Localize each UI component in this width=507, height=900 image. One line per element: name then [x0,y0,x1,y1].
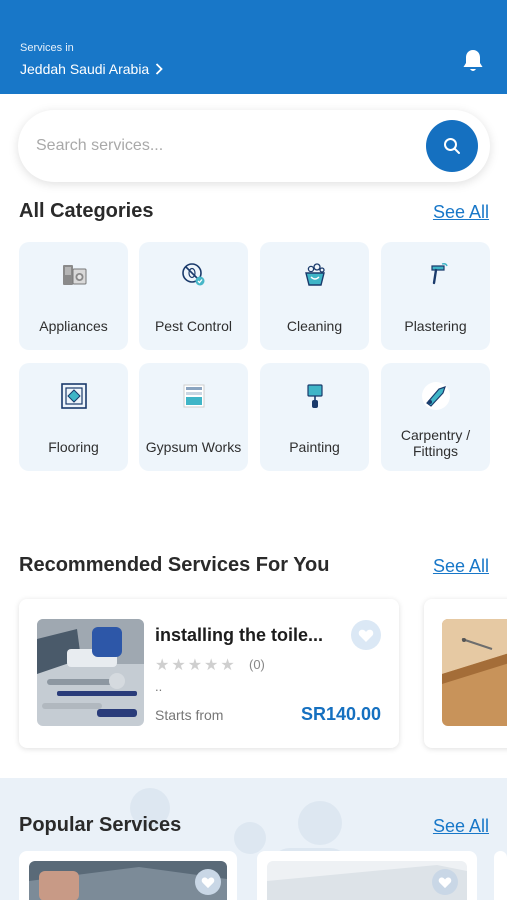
popular-title: Popular Services [19,814,182,836]
popular-see-all-link[interactable]: See All [433,816,489,837]
categories-see-all-link[interactable]: See All [433,202,489,223]
category-pest-control[interactable]: Pest Control [139,242,248,350]
popular-service-card[interactable] [257,851,477,900]
service-title: installing the toile... [155,625,324,645]
location-selector[interactable]: Jeddah Saudi Arabia [20,61,163,77]
category-label: Plastering [404,318,467,334]
pest-control-icon [179,260,209,290]
category-label: Appliances [39,318,108,334]
recommended-title: Recommended Services For You [19,554,330,576]
recommended-see-all-link[interactable]: See All [433,556,489,577]
star-icon: ★ [155,657,170,674]
painting-icon [300,381,330,411]
rating-stars: ★ ★ ★ ★ ★ [155,655,235,675]
rating-count: (0) [249,657,265,672]
category-label: Cleaning [286,318,343,334]
favorite-button[interactable] [351,620,381,650]
star-icon: ★ [204,657,219,674]
category-label: Flooring [48,439,99,455]
search-input[interactable] [36,132,416,160]
service-price: SR140.00 [300,704,381,724]
categories-title: All Categories [19,200,154,222]
bell-icon[interactable] [461,48,485,74]
category-flooring[interactable]: Flooring [19,363,128,471]
heart-icon [438,876,452,888]
category-label: Pest Control [154,318,233,334]
popular-service-card[interactable] [19,851,237,900]
search-bar [18,110,490,182]
star-icon: ★ [220,657,235,674]
category-carpentry[interactable]: Carpentry / Fittings [381,363,490,471]
starts-from-label: Starts from [155,707,224,723]
appliances-icon [59,260,89,290]
cleaning-icon [300,260,330,290]
gypsum-icon [179,381,209,411]
carpentry-icon [421,381,451,411]
star-icon: ★ [187,657,203,674]
category-plastering[interactable]: Plastering [381,242,490,350]
favorite-button[interactable] [432,869,458,895]
popular-service-card-partial[interactable] [494,851,507,900]
service-card-partial[interactable] [424,599,507,748]
app-header: Services in Jeddah Saudi Arabia [0,0,507,94]
service-card[interactable]: installing the toile... ★ ★ ★ ★ ★ (0) ..… [19,599,399,748]
category-cleaning[interactable]: Cleaning [260,242,369,350]
plastering-icon [421,260,451,290]
service-description: .. [155,679,163,694]
heart-icon [201,876,215,888]
category-appliances[interactable]: Appliances [19,242,128,350]
search-button[interactable] [426,120,478,172]
search-icon [444,138,460,154]
service-thumbnail [37,619,144,726]
category-label: Carpentry / Fittings [400,427,471,459]
category-label: Painting [289,439,340,455]
heart-icon [358,629,374,642]
category-label: Gypsum Works [145,439,242,455]
star-icon: ★ [171,657,186,674]
favorite-button[interactable] [195,869,221,895]
location-text: Jeddah Saudi Arabia [20,61,150,77]
category-gypsum-works[interactable]: Gypsum Works [139,363,248,471]
category-painting[interactable]: Painting [260,363,369,471]
services-in-label: Services in [20,42,74,54]
service-thumbnail [442,619,507,726]
flooring-icon [59,381,89,411]
chevron-right-icon [156,63,163,75]
